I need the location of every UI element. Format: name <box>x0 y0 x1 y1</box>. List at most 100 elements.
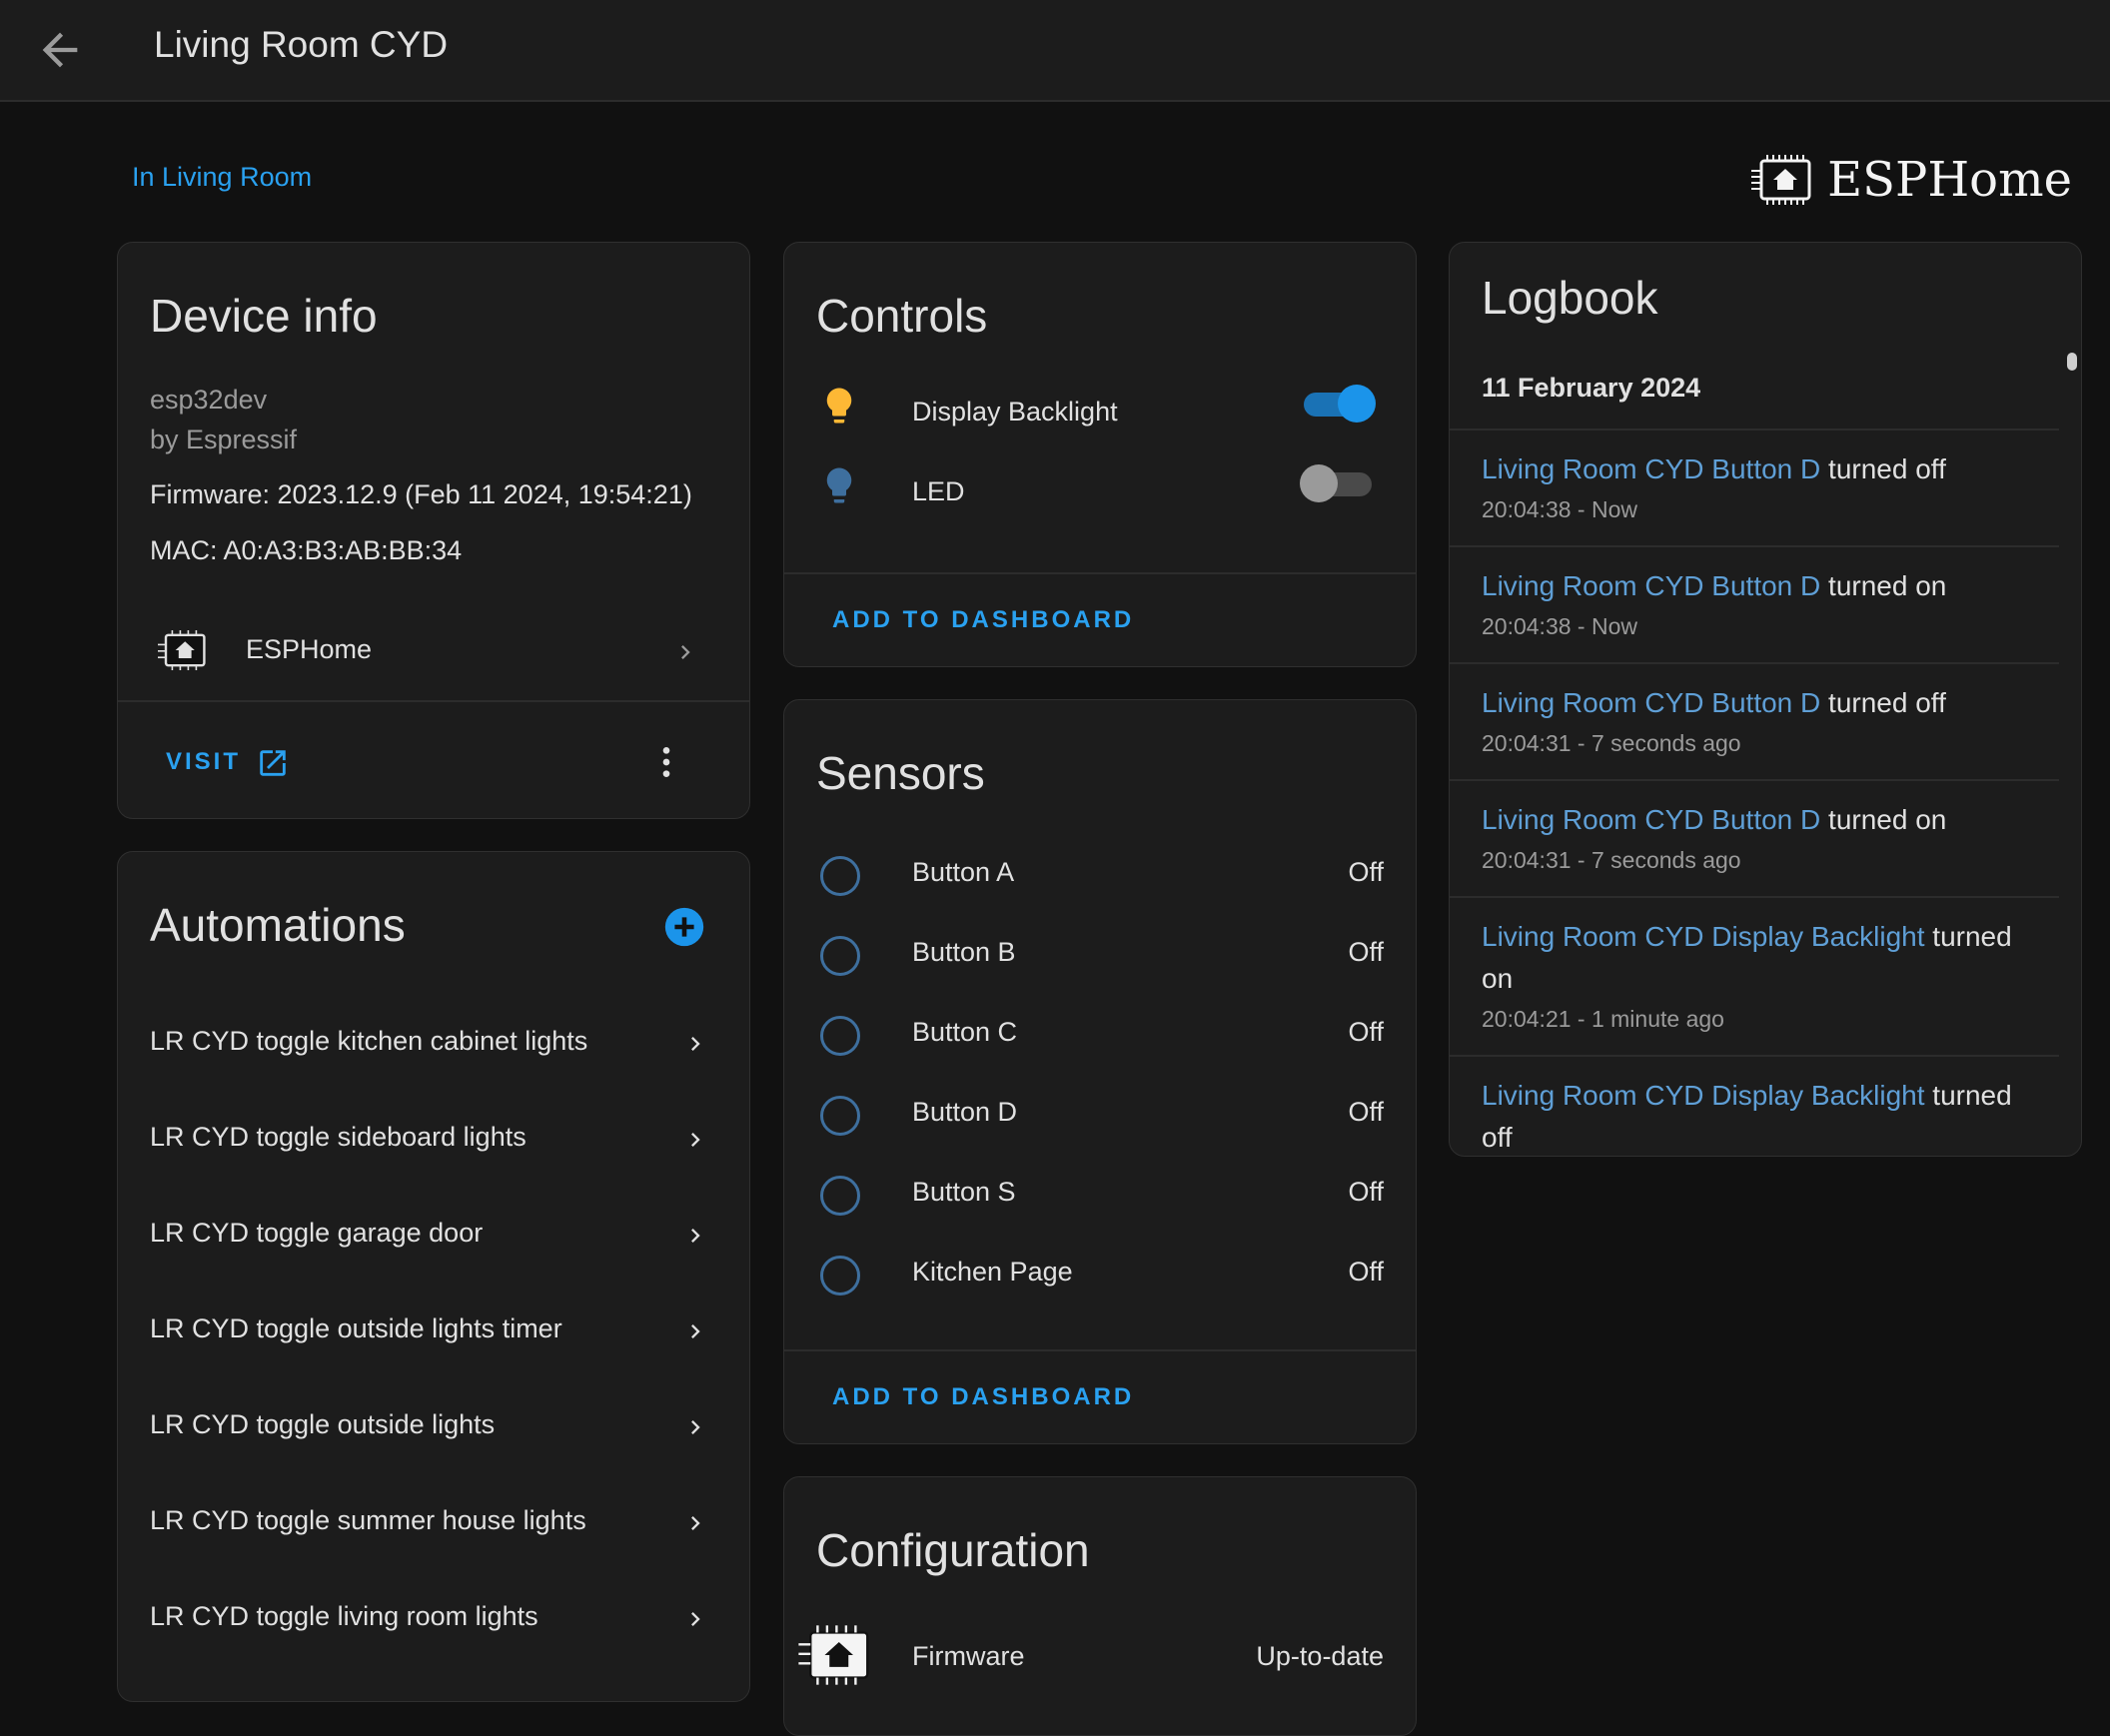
page-title: Living Room CYD <box>154 24 449 65</box>
esphome-brand: ESPHome <box>1749 152 2072 208</box>
logbook-message: Living Room CYD Display Backlight turned… <box>1482 916 2021 1000</box>
area-link[interactable]: In Living Room <box>132 162 312 193</box>
logbook-message: Living Room CYD Button D turned on <box>1482 799 2021 841</box>
integration-row[interactable]: ESPHome <box>118 604 749 700</box>
sensor-value: Off <box>1348 857 1384 887</box>
visit-label: VISIT <box>166 748 242 775</box>
add-to-dashboard-button[interactable]: ADD TO DASHBOARD <box>832 606 1134 634</box>
logbook-entity-link[interactable]: Living Room CYD Button D <box>1482 804 1820 835</box>
circle-outline-icon <box>820 1096 860 1136</box>
automation-label: LR CYD toggle kitchen cabinet lights <box>150 1026 588 1056</box>
card-title: Sensors <box>816 747 985 799</box>
sensor-label: Kitchen Page <box>912 1257 1073 1287</box>
config-row-firmware[interactable]: Firmware Up-to-date <box>784 1625 1416 1705</box>
logbook-action: turned off <box>1828 453 1946 484</box>
chevron-right-icon <box>691 1037 700 1051</box>
sensor-value: Off <box>1348 1097 1384 1127</box>
logbook-action: turned on <box>1828 804 1947 835</box>
sensor-label: Button C <box>912 1017 1018 1047</box>
logbook-entity-link[interactable]: Living Room CYD Display Backlight <box>1482 1080 1925 1111</box>
automation-item[interactable]: LR CYD toggle sideboard lights <box>118 1092 749 1188</box>
sensor-row[interactable]: Button A Off <box>784 840 1416 920</box>
automation-item[interactable]: LR CYD toggle garage door <box>118 1188 749 1284</box>
mac-address: MAC: A0:A3:B3:AB:BB:34 <box>150 535 463 565</box>
circle-outline-icon <box>820 1256 860 1296</box>
chevron-right-icon <box>681 645 690 659</box>
automation-item[interactable]: LR CYD toggle outside lights timer <box>118 1284 749 1379</box>
display-backlight-toggle[interactable] <box>1300 383 1376 423</box>
automation-label: LR CYD toggle garage door <box>150 1218 484 1248</box>
logbook-message: Living Room CYD Button D turned off <box>1482 448 2021 490</box>
card-title: Controls <box>816 290 988 342</box>
sensor-value: Off <box>1348 937 1384 967</box>
logbook-time: 20:04:38 - Now <box>1482 613 1637 639</box>
logbook-entry: Living Room CYD Button D turned on 20:04:… <box>1450 545 2059 664</box>
top-app-bar: Living Room CYD <box>0 0 2110 102</box>
sensor-label: Button S <box>912 1177 1016 1207</box>
add-to-dashboard-button[interactable]: ADD TO DASHBOARD <box>832 1383 1134 1411</box>
logbook-time: 20:04:21 - 1 minute ago <box>1482 1006 1724 1032</box>
logbook-card: Logbook 11 February 2024 Living Room CYD… <box>1449 242 2082 1157</box>
logbook-entry: Living Room CYD Button D turned off 20:04… <box>1450 429 2059 547</box>
automation-label: LR CYD toggle summer house lights <box>150 1505 586 1535</box>
logbook-action: turned on <box>1828 570 1947 601</box>
logbook-entity-link[interactable]: Living Room CYD Button D <box>1482 687 1820 718</box>
sensor-value: Off <box>1348 1017 1384 1047</box>
control-label: LED <box>912 476 965 506</box>
device-manufacturer: by Espressif <box>150 425 298 454</box>
automation-item[interactable]: LR CYD toggle outside lights <box>118 1379 749 1475</box>
logbook-action: turned off <box>1828 687 1946 718</box>
automation-item[interactable]: LR CYD toggle summer house lights <box>118 1475 749 1571</box>
more-vert-icon[interactable] <box>646 742 686 782</box>
sensor-value: Off <box>1348 1257 1384 1287</box>
logbook-entry: Living Room CYD Display Backlight turned… <box>1450 896 2059 1057</box>
config-value: Up-to-date <box>1256 1641 1384 1671</box>
chevron-right-icon <box>691 1229 700 1243</box>
chevron-right-icon <box>691 1420 700 1434</box>
visit-button[interactable]: VISIT <box>166 742 306 792</box>
circle-outline-icon <box>820 856 860 896</box>
automation-item[interactable]: LR CYD toggle kitchen cabinet lights <box>118 996 749 1092</box>
control-row-display-backlight: Display Backlight <box>784 383 1416 462</box>
open-in-new-icon <box>260 750 286 776</box>
sensor-row[interactable]: Button D Off <box>784 1080 1416 1160</box>
chevron-right-icon <box>691 1133 700 1147</box>
logbook-entry: Living Room CYD Display Backlight turned… <box>1450 1055 2059 1156</box>
sensor-row[interactable]: Kitchen Page Off <box>784 1240 1416 1319</box>
led-toggle[interactable] <box>1300 462 1376 502</box>
card-title: Device info <box>150 290 378 342</box>
logbook-entity-link[interactable]: Living Room CYD Display Backlight <box>1482 921 1925 952</box>
config-label: Firmware <box>912 1641 1025 1671</box>
logbook-entry: Living Room CYD Button D turned off 20:04… <box>1450 662 2059 781</box>
logbook-message: Living Room CYD Button D turned on <box>1482 565 2021 607</box>
control-row-led: LED <box>784 462 1416 542</box>
sensors-card: Sensors Button A Off Button B Off Button C Of… <box>783 699 1417 1444</box>
sensor-row[interactable]: Button B Off <box>784 920 1416 1000</box>
divider <box>118 700 749 702</box>
brand-name: ESPHome <box>1827 152 2072 208</box>
logbook-entity-link[interactable]: Living Room CYD Button D <box>1482 570 1820 601</box>
automation-item[interactable]: LR CYD toggle living room lights <box>118 1571 749 1667</box>
lightbulb-icon <box>826 467 852 503</box>
card-title: Automations <box>150 899 406 951</box>
divider <box>784 1349 1416 1351</box>
esphome-icon <box>158 630 206 670</box>
arrow-left-icon[interactable] <box>34 24 86 76</box>
divider <box>784 572 1416 574</box>
device-info-card: Device info esp32dev by Espressif Firmwa… <box>117 242 750 819</box>
automation-label: LR CYD toggle outside lights <box>150 1409 496 1439</box>
circle-outline-icon <box>820 936 860 976</box>
chevron-right-icon <box>691 1324 700 1338</box>
logbook-date: 11 February 2024 <box>1482 373 1701 403</box>
esphome-icon <box>798 1625 869 1685</box>
sensor-row[interactable]: Button C Off <box>784 1000 1416 1080</box>
sensor-row[interactable]: Button S Off <box>784 1160 1416 1240</box>
add-circle-icon[interactable] <box>661 904 707 950</box>
circle-outline-icon <box>820 1176 860 1216</box>
logbook-time: 20:04:31 - 7 seconds ago <box>1482 847 1741 873</box>
firmware-info: Firmware: 2023.12.9 (Feb 11 2024, 19:54:… <box>150 479 692 509</box>
scrollbar-thumb[interactable] <box>2067 353 2077 371</box>
esphome-logo <box>1751 155 1811 205</box>
logbook-entity-link[interactable]: Living Room CYD Button D <box>1482 453 1820 484</box>
integration-label: ESPHome <box>246 634 373 664</box>
